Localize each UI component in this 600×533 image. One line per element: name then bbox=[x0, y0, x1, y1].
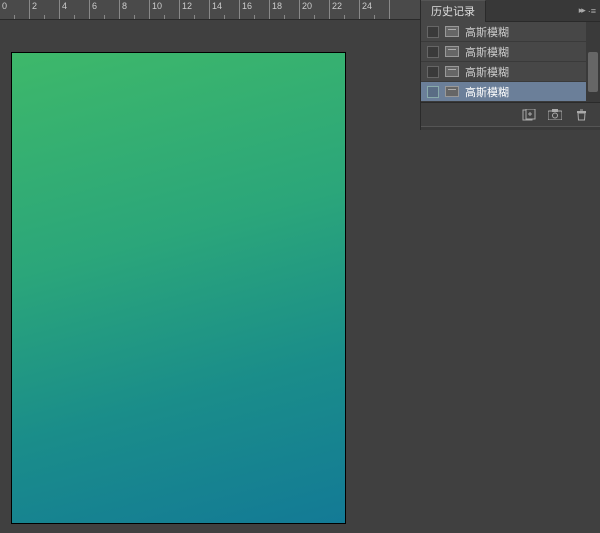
history-footer bbox=[421, 102, 600, 126]
history-visibility-toggle[interactable] bbox=[427, 26, 439, 38]
scrollbar[interactable] bbox=[586, 22, 600, 102]
history-step-icon bbox=[445, 86, 459, 97]
history-item[interactable]: 高斯模糊 bbox=[421, 62, 600, 82]
history-item[interactable]: 高斯模糊 bbox=[421, 42, 600, 62]
ruler-tick: 20 bbox=[300, 0, 330, 19]
panel-menu: ▸▸ ·≡ bbox=[579, 5, 596, 16]
panel-options-icon[interactable]: ·≡ bbox=[588, 6, 596, 16]
history-item-label: 高斯模糊 bbox=[465, 84, 509, 100]
history-visibility-toggle[interactable] bbox=[427, 66, 439, 78]
history-item-label: 高斯模糊 bbox=[465, 44, 509, 60]
history-step-icon bbox=[445, 26, 459, 37]
collapse-icon[interactable]: ▸▸ bbox=[579, 5, 584, 16]
panel-resize-handle[interactable] bbox=[421, 126, 600, 130]
ruler-tick: 4 bbox=[60, 0, 90, 19]
history-item[interactable]: 高斯模糊 bbox=[421, 82, 600, 102]
ruler-tick: 22 bbox=[330, 0, 360, 19]
scroll-thumb[interactable] bbox=[588, 52, 598, 92]
tab-history[interactable]: 历史记录 bbox=[421, 0, 486, 22]
canvas-workspace bbox=[0, 20, 420, 533]
history-visibility-toggle[interactable] bbox=[427, 86, 439, 98]
history-step-icon bbox=[445, 46, 459, 57]
ruler-tick: 24 bbox=[360, 0, 390, 19]
camera-icon[interactable] bbox=[548, 109, 562, 121]
ruler-tick: 6 bbox=[90, 0, 120, 19]
ruler-tick: 16 bbox=[240, 0, 270, 19]
delete-icon[interactable] bbox=[574, 109, 588, 121]
history-item[interactable]: 高斯模糊 bbox=[421, 22, 600, 42]
ruler-tick: 12 bbox=[180, 0, 210, 19]
history-list: 高斯模糊高斯模糊高斯模糊高斯模糊 bbox=[421, 22, 600, 102]
history-item-label: 高斯模糊 bbox=[465, 24, 509, 40]
panel-tab-bar: 历史记录 ▸▸ ·≡ bbox=[421, 0, 600, 22]
ruler-tick: 0 bbox=[0, 0, 30, 19]
ruler-tick: 2 bbox=[30, 0, 60, 19]
ruler-tick: 18 bbox=[270, 0, 300, 19]
history-step-icon bbox=[445, 66, 459, 77]
history-panel: 历史记录 ▸▸ ·≡ 高斯模糊高斯模糊高斯模糊高斯模糊 bbox=[420, 0, 600, 130]
history-item-label: 高斯模糊 bbox=[465, 64, 509, 80]
create-document-icon[interactable] bbox=[522, 109, 536, 121]
ruler-tick: 10 bbox=[150, 0, 180, 19]
ruler-tick: 14 bbox=[210, 0, 240, 19]
document-canvas[interactable] bbox=[12, 53, 345, 523]
ruler-tick: 8 bbox=[120, 0, 150, 19]
ruler-horizontal: 024681012141618202224 bbox=[0, 0, 420, 20]
history-visibility-toggle[interactable] bbox=[427, 46, 439, 58]
